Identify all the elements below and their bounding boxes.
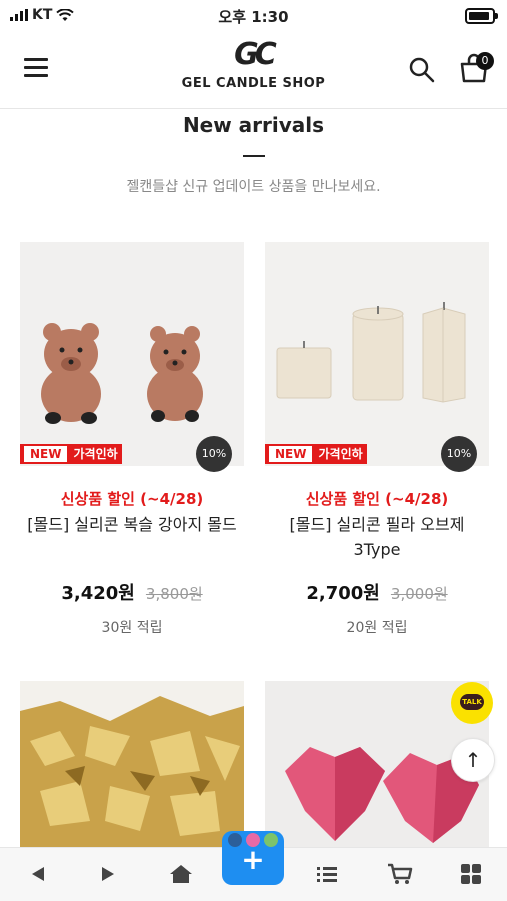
search-icon[interactable] [408,56,436,84]
sale-price: 2,700원 [306,583,380,604]
app-dots-icon [228,833,278,847]
talk-icon: TALK [460,694,484,710]
product-name[interactable]: [몰드] 실리콘 필라 오브제 3Type [265,512,489,562]
site-header: GC GEL CANDLE SHOP 0 [0,30,507,109]
section-subtitle: 젤캔들샵 신규 업데이트 상품을 만나보세요. [126,179,381,195]
kakao-talk-button[interactable]: TALK [451,682,493,724]
original-price: 3,800원 [145,585,203,603]
home-icon[interactable] [167,862,195,886]
add-button[interactable]: + [222,831,284,885]
price-row: 3,420원 3,800원 [20,579,244,605]
promo-text: 신상품 할인 (~4/28) [305,490,449,508]
new-badge: NEW [20,444,70,464]
section-title: New arrivals [182,113,325,137]
product-name[interactable]: [몰드] 실리콘 복슬 강아지 몰드 [20,512,244,537]
product-image-teddy-bear-molds[interactable] [20,242,244,466]
back-icon[interactable] [24,862,52,886]
cart-count-badge: 0 [476,52,494,70]
discount-badge: 10% [441,436,477,472]
price-drop-badge: 가격인하 [314,444,367,464]
product-tags: NEW 가격인하 [20,444,122,464]
add-label: + [241,843,265,876]
original-price: 3,000원 [390,585,448,603]
status-bar: KT 오후 1:30 [0,0,507,30]
grid-menu-icon[interactable] [457,862,485,886]
forward-icon[interactable] [94,862,122,886]
reward-points: 20원 적립 [346,620,408,636]
product-image-gold-leaf[interactable] [20,681,244,847]
product-image-pillar-candles[interactable] [265,242,489,466]
battery-icon [465,8,498,24]
status-time: 오후 1:30 [218,8,289,26]
cart-icon[interactable] [386,862,414,886]
discount-badge: 10% [196,436,232,472]
section-divider [243,155,265,157]
sale-price: 3,420원 [61,583,135,604]
promo-text: 신상품 할인 (~4/28) [60,490,204,508]
reward-points: 30원 적립 [101,620,163,636]
list-icon[interactable] [313,862,341,886]
scroll-top-button[interactable]: ↑ [451,738,495,782]
product-tags: NEW 가격인하 [265,444,367,464]
new-badge: NEW [265,444,315,464]
price-drop-badge: 가격인하 [69,444,122,464]
price-row: 2,700원 3,000원 [265,579,489,605]
